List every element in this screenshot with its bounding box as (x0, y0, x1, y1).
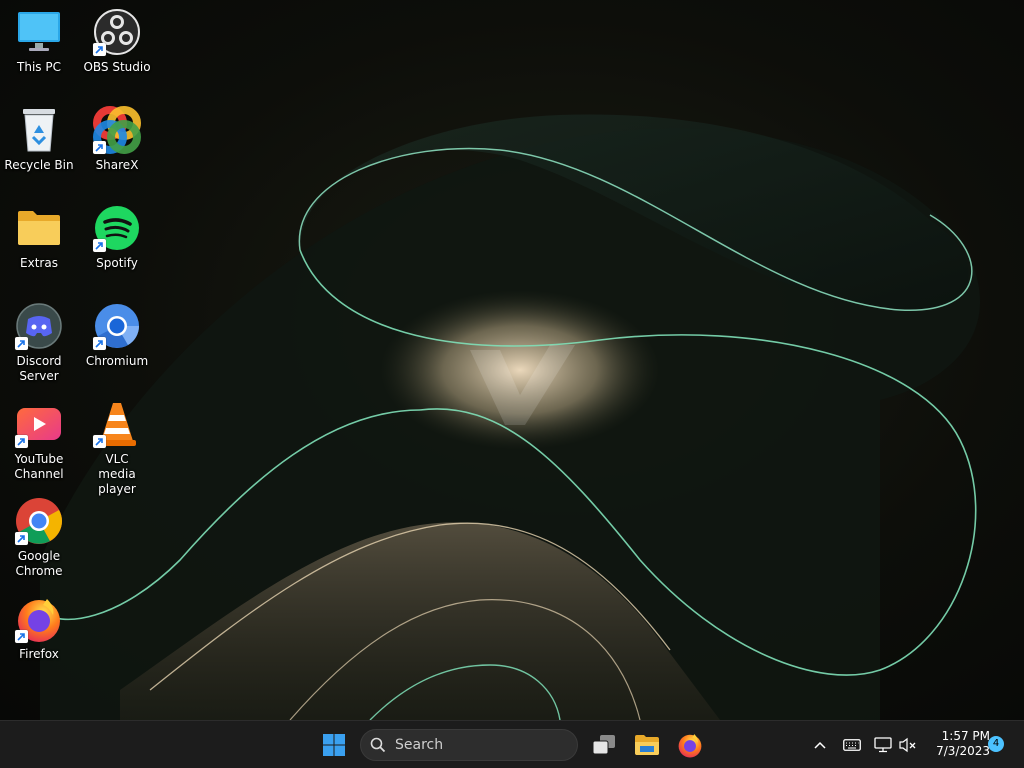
this-pc-icon (15, 8, 63, 56)
chevron-up-icon (814, 741, 826, 749)
network-icon (874, 737, 892, 753)
start-icon (323, 734, 345, 756)
desktop[interactable]: This PC Recycle Bin Extras Discord Serve… (0, 0, 1024, 720)
keyboard-icon (843, 739, 861, 751)
file-explorer-icon (635, 735, 659, 755)
clock[interactable]: 1:57 PM 7/3/2023 (926, 729, 990, 761)
desktop-icon-label: ShareX (95, 158, 139, 172)
taskbar-firefox-button[interactable] (670, 725, 710, 765)
volume-button[interactable] (898, 735, 918, 755)
show-hidden-icons-button[interactable] (810, 735, 830, 755)
desktop-icon-firefox[interactable]: Firefox (0, 595, 78, 662)
notification-badge[interactable]: 4 (988, 736, 1004, 752)
desktop-icon-this-pc[interactable]: This PC (0, 8, 78, 75)
sharex-icon (93, 106, 141, 154)
file-explorer-button[interactable] (627, 725, 667, 765)
chromium-icon (93, 302, 141, 350)
shortcut-arrow-icon (93, 239, 106, 252)
desktop-icon-spotify[interactable]: Spotify (78, 204, 156, 271)
desktop-icon-vlc[interactable]: VLC media player (78, 400, 156, 497)
shortcut-arrow-icon (15, 337, 28, 350)
desktop-icon-label: Recycle Bin (4, 158, 74, 172)
shortcut-arrow-icon (93, 43, 106, 56)
desktop-icon-label: Firefox (19, 647, 59, 661)
shortcut-arrow-icon (15, 630, 28, 643)
desktop-icon-label: OBS Studio (83, 60, 151, 74)
chrome-icon (15, 497, 63, 545)
discord-icon (15, 302, 63, 350)
desktop-icon-label: YouTube Channel (14, 452, 64, 481)
desktop-icon-label: Discord Server (16, 354, 62, 383)
shortcut-arrow-icon (15, 435, 28, 448)
task-view-button[interactable] (584, 725, 624, 765)
recycle-bin-icon (15, 106, 63, 154)
desktop-icon-discord-server[interactable]: Discord Server (0, 302, 78, 384)
keyboard-button[interactable] (842, 735, 862, 755)
desktop-icon-label: Extras (20, 256, 58, 270)
desktop-icon-sharex[interactable]: ShareX (78, 106, 156, 173)
desktop-icon-label: This PC (17, 60, 61, 74)
taskbar-search-box[interactable]: Search (360, 729, 578, 761)
desktop-icon-label: Chromium (85, 354, 149, 368)
obs-studio-icon (93, 8, 141, 56)
search-icon (361, 737, 395, 753)
task-view-icon (592, 735, 615, 755)
start-button[interactable] (314, 725, 354, 765)
firefox-icon (678, 734, 702, 758)
desktop-icon-obs-studio[interactable]: OBS Studio (78, 8, 156, 75)
desktop-icon-google-chrome[interactable]: Google Chrome (0, 497, 78, 579)
network-button[interactable] (873, 735, 893, 755)
desktop-icon-label: VLC media player (98, 452, 136, 496)
desktop-icon-label: Spotify (96, 256, 138, 270)
desktop-icon-extras[interactable]: Extras (0, 204, 78, 271)
spotify-icon (93, 204, 141, 252)
shortcut-arrow-icon (93, 435, 106, 448)
wallpaper-glow (380, 290, 660, 450)
clock-time: 1:57 PM (941, 729, 990, 743)
shortcut-arrow-icon (93, 141, 106, 154)
desktop-icon-recycle-bin[interactable]: Recycle Bin (0, 106, 78, 173)
desktop-icon-youtube-channel[interactable]: YouTube Channel (0, 400, 78, 482)
folder-icon (15, 204, 63, 252)
youtube-icon (15, 400, 63, 448)
taskbar: Search 1:57 PM 7/3/2023 (0, 720, 1024, 768)
vlc-icon (93, 400, 141, 448)
search-placeholder: Search (395, 737, 444, 753)
volume-muted-icon (899, 737, 916, 753)
shortcut-arrow-icon (93, 337, 106, 350)
desktop-icon-label: Google Chrome (15, 549, 63, 578)
shortcut-arrow-icon (15, 532, 28, 545)
desktop-icon-chromium[interactable]: Chromium (78, 302, 156, 369)
clock-date: 7/3/2023 (936, 744, 990, 758)
firefox-icon (15, 595, 63, 643)
